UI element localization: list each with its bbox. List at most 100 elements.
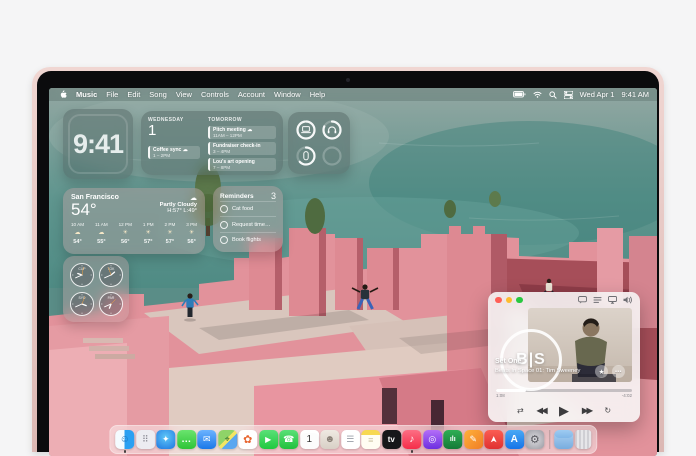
progress-bar[interactable] [496,389,632,392]
dock-icon-calendar[interactable]: 1 [299,430,319,449]
laptop-battery-ring [296,120,316,140]
reminder-item[interactable]: Cat food [220,201,276,216]
play-button[interactable]: ▶ [559,404,569,417]
dock-icon-facetime[interactable]: ▶ [258,430,278,449]
reminder-item[interactable]: Request time… [220,216,276,231]
hour-temp: 57° [165,238,175,245]
weather-hour-icon: ☁ [98,229,105,236]
menu-item-window[interactable]: Window [274,90,301,99]
menu-item-view[interactable]: View [176,90,192,99]
dock-icon-downloads-folder[interactable] [554,430,574,449]
shuffle-button[interactable]: ⇄ [517,406,524,415]
dock-icon-mail[interactable]: ✉ [197,430,217,449]
checkbox-circle-icon[interactable] [220,220,228,229]
dock-icon-stocks[interactable]: ılı [443,430,463,449]
event-time: 11AM – 12PM [213,132,242,138]
dock-divider [548,430,550,449]
dock-icon-podcasts[interactable]: ◎ [422,430,442,449]
more-options-button[interactable]: ••• [612,365,625,378]
calendar-widget[interactable]: WEDNESDAY 1 Coffee sync ☁ 1 – 2PM TOMORR… [141,111,283,175]
world-clock-widget[interactable]: CUP TOK SYD PAR [63,256,129,322]
menu-item-edit[interactable]: Edit [127,90,140,99]
dock-icon-pages[interactable]: ✎ [463,430,483,449]
checkbox-circle-icon[interactable] [220,205,228,214]
dock-icon-music[interactable]: ♪ [402,430,422,449]
apple-menu[interactable] [59,90,67,99]
dock-icon-safari[interactable]: ✦ [156,430,176,449]
reminder-text: Request time… [232,221,271,228]
weather-hourly-forecast: 10 AM ☁ 54° 11 AM ☁ 55° 12 PM ☀ 56° 1 PM ☀ 57° 2… [71,222,197,246]
clock-tokyo: TOK [98,262,123,287]
clock-sydney: SYD [69,291,94,316]
queue-icon[interactable] [593,296,602,304]
weather-widget[interactable]: San Francisco 54° ☁ Partly Cloudy H:57° … [63,188,205,254]
close-button[interactable] [495,296,502,304]
calendar-event[interactable]: Coffee sync ☁ 1 – 2PM [148,145,200,159]
airplay-icon[interactable] [608,296,617,304]
dock-icon-reminders[interactable]: ☰ [340,430,360,449]
menu-item-file[interactable]: File [106,90,118,99]
music-player-titlebar[interactable] [488,292,640,308]
menu-item-account[interactable]: Account [238,90,265,99]
checkbox-circle-icon[interactable] [220,235,228,244]
dock-icon-settings[interactable]: ⚙ [525,430,545,449]
laptop-icon [301,126,311,134]
volume-icon[interactable] [623,296,633,304]
calendar-event[interactable]: Fundraiser check-in 3 – 4PM [208,141,276,155]
weather-hour-icon: ☁ [74,229,81,236]
dock-icon-phone[interactable]: ☎ [279,430,299,449]
dock-icon-app-store[interactable]: A [504,430,524,449]
laptop-frame: Music File Edit Song View Controls Accou… [32,67,664,456]
lyrics-icon[interactable] [578,296,587,304]
dock-icon-tv[interactable]: tv [381,430,401,449]
music-mini-player-window[interactable]: B|S Set One Beats In Space 01: Tim Sween… [488,292,640,422]
wifi-icon[interactable] [533,91,542,98]
next-button[interactable]: ▶▶ [582,406,593,415]
camera-dot [346,78,350,82]
dock-icon-rocket-app[interactable]: ➤ [484,430,504,449]
menu-item-help[interactable]: Help [310,90,325,99]
screen-bezel: Music File Edit Song View Controls Accou… [37,71,659,456]
minimize-button[interactable] [505,296,512,304]
weather-high-low: H:57° L:49° [167,208,197,214]
control-center-icon[interactable] [563,90,573,99]
menu-bar-time[interactable]: 9:41 AM [621,90,649,99]
dock-icon-contacts[interactable]: ☻ [320,430,340,449]
dock: ☺ ⠿ ✦ … ✉ ⌖ ✿ ▶ ☎ 1 ☻ ☰ ≡ tv ♪ ◎ ılı ✎ ➤… [109,425,597,454]
reminder-item[interactable]: Book flights [220,231,276,247]
mouse-icon [303,151,309,161]
menu-item-song[interactable]: Song [149,90,167,99]
calendar-event[interactable]: Pitch meeting ☁ 11AM – 12PM [208,125,276,139]
clock-widget[interactable]: 9:41 [63,109,133,179]
favorite-star-button[interactable]: ★ [595,365,608,378]
menu-item-music[interactable]: Music [76,90,97,99]
battery-icon[interactable] [512,91,526,98]
hour-temp: 56° [121,238,130,245]
dock-icon-photos[interactable]: ✿ [238,430,258,449]
previous-button[interactable]: ◀◀ [537,406,548,415]
dock-icon-launchpad[interactable]: ⠿ [135,430,155,449]
hour-label: 12 PM [118,221,132,227]
weather-temperature: 54° [71,200,97,219]
mouse-battery-ring [296,146,316,166]
hour-temp: 55° [97,238,106,245]
empty-battery-ring [322,146,342,166]
dock-icon-messages[interactable]: … [176,430,196,449]
event-time: 3 – 4PM [213,148,231,154]
menu-item-controls[interactable]: Controls [201,90,229,99]
hour-label: 11 AM [94,221,108,227]
repeat-button[interactable]: ↻ [604,406,611,415]
dock-icon-notes[interactable]: ≡ [361,430,381,449]
reminders-title: Reminders [220,192,254,200]
search-icon[interactable] [548,90,557,99]
song-title: Set One [495,358,522,365]
headphones-battery-ring [322,120,342,140]
menu-bar-date[interactable]: Wed Apr 1 [580,90,615,99]
dock-icon-trash[interactable] [574,430,591,449]
dock-icon-finder[interactable]: ☺ [115,430,135,449]
zoom-button[interactable] [516,296,523,304]
dock-icon-maps[interactable]: ⌖ [217,430,237,449]
reminders-widget[interactable]: Reminders 3 Cat food Request time… Book … [213,186,283,252]
batteries-widget[interactable] [288,112,350,174]
calendar-event[interactable]: Lou's art opening 7 – 8PM [208,157,276,171]
